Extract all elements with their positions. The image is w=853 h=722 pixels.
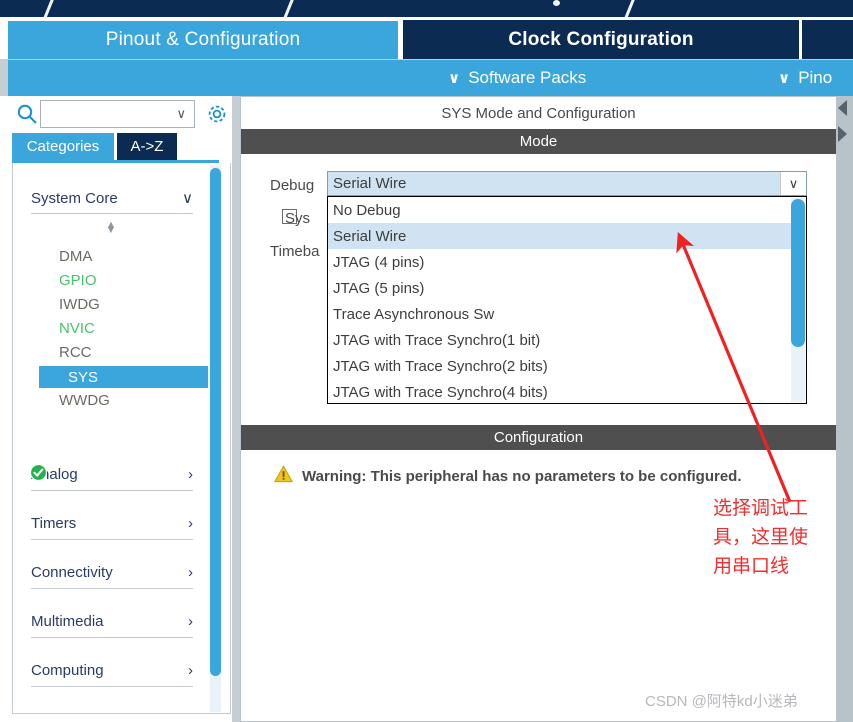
menu-pinout[interactable]: ∨ Pino — [778, 60, 832, 96]
timebase-label: Timeba — [270, 243, 320, 260]
logo-slash-icon — [281, 0, 296, 17]
debug-mode-combobox[interactable]: Serial Wire ∨ — [327, 171, 807, 196]
tab-label: A->Z — [130, 138, 164, 155]
logo-slash-icon — [622, 0, 637, 17]
warning-row: Warning: This peripheral has no paramete… — [273, 465, 742, 488]
warning-text: Warning: This peripheral has no paramete… — [302, 468, 742, 485]
group-divider — [31, 539, 193, 540]
sidebar-item-rcc[interactable]: RCC — [59, 344, 92, 361]
sidebar-item-gpio[interactable]: GPIO — [59, 272, 97, 289]
combobox-value: Serial Wire — [333, 175, 407, 192]
expand-right-arrow-icon[interactable] — [838, 126, 847, 142]
dropdown-option-jtag-trace-synchro-1-bit[interactable]: JTAG with Trace Synchro(1 bit) — [328, 327, 793, 353]
menu-label: Pino — [798, 68, 833, 87]
group-label: Timers — [31, 515, 77, 532]
group-label: Connectivity — [31, 564, 113, 581]
main-tabbar: Pinout & Configuration Clock Configurati… — [0, 17, 853, 59]
dropdown-option-trace-async-sw[interactable]: Trace Asynchronous Sw — [328, 301, 793, 327]
tab-clock-configuration[interactable]: Clock Configuration — [403, 20, 799, 59]
sidebar-group-system-core[interactable]: System Core ∨ — [31, 189, 193, 208]
debug-mode-dropdown-list[interactable]: No Debug Serial Wire JTAG (4 pins) JTAG … — [327, 196, 807, 404]
chevron-right-icon: › — [188, 515, 193, 532]
mode-section-header: Mode — [241, 129, 836, 154]
check-circle-icon — [30, 464, 47, 481]
gear-icon[interactable] — [205, 102, 229, 126]
chevron-down-icon: ∨ — [182, 190, 193, 207]
category-view-tabs: Categories A->Z — [0, 133, 232, 160]
chevron-right-icon: › — [188, 466, 193, 483]
sidebar-group-timers[interactable]: Timers › — [31, 515, 193, 532]
chevron-down-icon: ∨ — [448, 70, 461, 87]
sidebar-item-sys[interactable]: SYS — [39, 366, 208, 388]
group-label: System Core — [31, 189, 118, 207]
search-input[interactable]: ∨ — [40, 100, 195, 128]
group-divider — [31, 686, 193, 687]
logo-slash-icon — [41, 0, 56, 17]
chevron-down-icon[interactable]: ∨ — [176, 106, 186, 122]
peripheral-list[interactable]: System Core ∨ ▲ ▼ DMA GPIO IWDG NVIC RCC … — [12, 163, 231, 714]
search-row: ∨ — [0, 96, 232, 132]
chevron-down-icon: ∨ — [778, 70, 791, 87]
sidebar-item-wwdg[interactable]: WWDG — [59, 392, 110, 409]
dropdown-option-jtag-trace-synchro-2-bits[interactable]: JTAG with Trace Synchro(2 bits) — [328, 353, 793, 379]
logo-dot-icon — [553, 0, 560, 6]
sidebar-item-nvic[interactable]: NVIC — [59, 320, 95, 337]
warning-triangle-icon — [273, 465, 294, 488]
chevron-right-icon: › — [188, 662, 193, 679]
menu-software-packs[interactable]: ∨ Software Packs — [448, 60, 586, 96]
stm32cubemx-window: Pinout & Configuration Clock Configurati… — [0, 0, 853, 722]
dropdown-option-jtag-5-pins[interactable]: JTAG (5 pins) — [328, 275, 793, 301]
group-label: Multimedia — [31, 613, 104, 630]
chevron-right-icon: › — [188, 564, 193, 581]
dropdown-option-jtag-trace-synchro-4-bits[interactable]: JTAG with Trace Synchro(4 bits) — [328, 379, 793, 403]
dropdown-option-serial-wire[interactable]: Serial Wire — [328, 223, 793, 249]
dropdown-option-jtag-4-pins[interactable]: JTAG (4 pins) — [328, 249, 793, 275]
sidebar-group-analog[interactable]: Analog › — [31, 466, 193, 483]
scroll-spinner-icon[interactable]: ▲ ▼ — [103, 220, 119, 236]
tab-label: Categories — [26, 138, 100, 155]
sidebar-scrollbar-thumb[interactable] — [210, 168, 221, 676]
search-icon — [16, 103, 38, 125]
tab-label: Pinout & Configuration — [105, 29, 301, 50]
sidebar-group-multimedia[interactable]: Multimedia › — [31, 613, 193, 630]
dropdown-option-no-debug[interactable]: No Debug — [328, 197, 793, 223]
sidebar-group-connectivity[interactable]: Connectivity › — [31, 564, 193, 581]
panel-title: SYS Mode and Configuration — [241, 97, 836, 129]
group-divider — [31, 637, 193, 638]
dropdown-scrollbar-thumb[interactable] — [791, 199, 805, 347]
tab-categories[interactable]: Categories — [12, 133, 114, 160]
group-divider — [31, 490, 193, 491]
sys-configuration-panel: SYS Mode and Configuration Mode Debug Sy… — [240, 96, 837, 722]
tab-label: Clock Configuration — [508, 28, 694, 50]
secondary-toolbar: ∨ Software Packs ∨ Pino — [8, 60, 853, 96]
group-divider — [31, 213, 193, 214]
tab-pinout-configuration[interactable]: Pinout & Configuration — [8, 21, 398, 59]
group-divider — [31, 588, 193, 589]
system-wake-label: Sys — [285, 210, 311, 227]
categories-panel: ∨ Categories A->Z System Core ∨ ▲ ▼ DMA … — [0, 96, 232, 722]
tab-a-to-z[interactable]: A->Z — [117, 133, 177, 160]
title-strip — [0, 0, 853, 17]
sidebar-group-computing[interactable]: Computing › — [31, 662, 193, 679]
configuration-section-header: Configuration — [241, 425, 836, 450]
chevron-down-icon[interactable]: ∨ — [780, 172, 806, 195]
chevron-right-icon: › — [188, 613, 193, 630]
sidebar-item-iwdg[interactable]: IWDG — [59, 296, 100, 313]
collapse-left-arrow-icon[interactable] — [838, 100, 847, 116]
sidebar-item-dma[interactable]: DMA — [59, 248, 92, 265]
debug-label: Debug — [270, 177, 315, 194]
menu-label: Software Packs — [468, 68, 587, 87]
panel-splitter[interactable] — [837, 96, 853, 722]
watermark-text: CSDN @阿特kd小迷弟 — [645, 693, 798, 710]
group-label: Computing — [31, 662, 104, 679]
tab-next[interactable] — [802, 20, 853, 59]
